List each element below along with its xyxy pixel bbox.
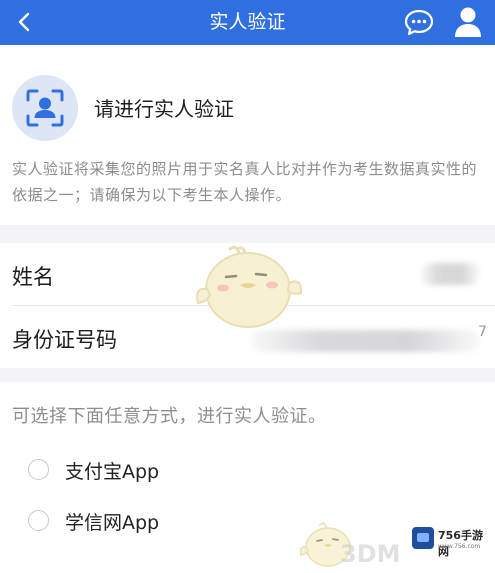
section-divider xyxy=(0,368,495,382)
verify-header: 请进行实人验证 实人验证将采集您的照片用于实名真人比对并作为考生数据真实性的依据… xyxy=(0,45,495,225)
site-url: www.756.com xyxy=(438,543,481,550)
chevron-left-icon[interactable] xyxy=(14,11,36,33)
id-number-row: 身份证号码 7 xyxy=(0,306,495,368)
name-value-redacted xyxy=(420,263,480,285)
id-number-value-redacted xyxy=(250,330,480,352)
option-alipay[interactable]: 支付宝App xyxy=(28,454,228,488)
top-bar: 实人验证 xyxy=(0,0,495,45)
chat-bubble-icon[interactable] xyxy=(404,8,434,36)
section-divider xyxy=(0,225,495,243)
id-number-label: 身份证号码 xyxy=(12,328,117,352)
face-scan-icon xyxy=(26,89,64,127)
alipay-label: 支付宝App xyxy=(65,461,160,483)
verify-title: 请进行实人验证 xyxy=(94,97,234,121)
options-prompt: 可选择下面任意方式，进行实人验证。 xyxy=(12,406,327,427)
verify-description: 实人验证将采集您的照片用于实名真人比对并作为考生数据真实性的依据之一；请确保为以… xyxy=(12,160,478,204)
face-scan-badge xyxy=(12,75,78,141)
option-chsi[interactable]: 学信网App xyxy=(28,505,228,539)
user-icon[interactable] xyxy=(453,6,483,38)
name-row: 姓名 xyxy=(0,243,495,305)
id-number-tail: 7 xyxy=(478,324,487,340)
chsi-radio[interactable] xyxy=(28,510,49,531)
site-logo-icon xyxy=(412,527,434,549)
chsi-label: 学信网App xyxy=(65,512,160,534)
site-badge: 756手游网 www.756.com xyxy=(408,522,488,558)
name-label: 姓名 xyxy=(12,265,54,289)
alipay-radio[interactable] xyxy=(28,459,49,480)
